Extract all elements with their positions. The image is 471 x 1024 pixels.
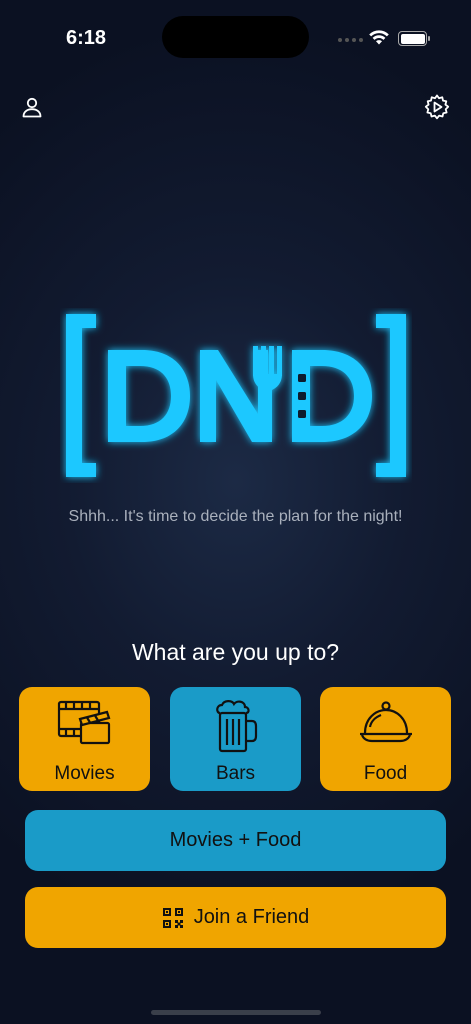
food-label: Food [363,763,408,784]
home-indicator[interactable] [151,1010,321,1015]
cellular-signal-icon [338,38,363,42]
battery-icon [398,31,430,46]
person-icon [22,97,42,118]
join-friend-label: Join a Friend [193,906,310,928]
movies-label: Movies [54,763,115,784]
dnd-logo [66,314,406,477]
movies-food-button[interactable]: Movies + Food [25,810,446,871]
movies-tile[interactable]: Movies [19,687,150,791]
food-tile[interactable]: Food [320,687,451,791]
qr-code-icon [162,907,183,928]
bars-tile[interactable]: Bars [170,687,301,791]
movie-clapper-icon [57,700,110,745]
gear-play-icon [424,94,450,120]
wifi-icon [369,30,389,45]
dynamic-island [162,16,309,58]
tagline: Shhh... It's time to decide the plan for… [68,508,403,525]
status-bar: 6:18 [0,0,471,70]
bars-label: Bars [215,763,256,784]
movies-food-label: Movies + Food [169,829,302,851]
beer-mug-icon [215,700,257,753]
profile-button[interactable] [17,92,47,122]
status-time: 6:18 [66,27,107,49]
settings-button[interactable] [422,92,452,122]
prompt-question: What are you up to? [131,639,340,665]
food-cloche-icon [359,701,412,743]
join-friend-button[interactable]: Join a Friend [25,887,446,948]
